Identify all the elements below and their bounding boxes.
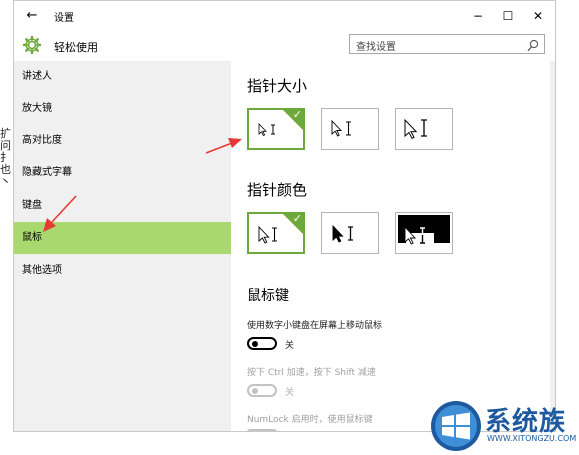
back-icon[interactable]: ← — [22, 7, 42, 25]
pointer-size-large-option[interactable] — [395, 108, 453, 150]
numlock-toggle[interactable] — [247, 429, 277, 431]
pointer-size-small-option[interactable]: ✓ — [247, 108, 305, 150]
watermark-text: 系统族 — [485, 407, 567, 437]
sidebar-item-mouse[interactable]: 鼠标 — [14, 222, 231, 254]
right-scroll-strip — [550, 61, 555, 431]
pointer-medium-icon — [331, 119, 351, 137]
gear-icon — [22, 35, 42, 55]
window-title: 设置 — [54, 13, 74, 24]
mouse-keys-toggle[interactable] — [247, 337, 277, 350]
settings-window: ← 设置 − ☐ ✕ 轻松使用 查找设置 讲述人 放大镜 高对比度 隐藏式字幕 … — [13, 0, 556, 432]
mouse-keys-toggle-state: 关 — [285, 341, 295, 351]
background-text: 丶 — [0, 175, 11, 188]
watermark-url: WWW.XITONGZU.COM — [487, 434, 577, 443]
title-bar: ← 设置 − ☐ ✕ — [14, 1, 555, 31]
pointer-black-icon — [332, 224, 353, 243]
toggle-knob — [252, 341, 258, 347]
site-watermark: 系统族 WWW.XITONGZU.COM — [429, 399, 579, 455]
page-header: 轻松使用 查找设置 — [14, 31, 555, 61]
mouse-keys-heading: 鼠标键 — [247, 288, 289, 304]
pointer-color-inverted-option[interactable] — [395, 212, 453, 254]
pointer-size-heading: 指针大小 — [247, 77, 308, 95]
numlock-description: NumLock 启用时，使用鼠标键 — [247, 415, 373, 425]
sidebar-item-other-options[interactable]: 其他选项 — [14, 255, 231, 287]
pointer-color-black-option[interactable] — [321, 212, 379, 254]
close-button[interactable]: ✕ — [524, 5, 552, 27]
page-title: 轻松使用 — [54, 41, 98, 54]
sidebar-item-high-contrast[interactable]: 高对比度 — [14, 125, 231, 157]
minimize-button[interactable]: − — [464, 5, 492, 27]
background-window-strip: 扩 问 扌 也 丶 — [0, 0, 14, 455]
pointer-white-icon — [258, 225, 277, 244]
pointer-inverted-icon — [398, 215, 450, 245]
maximize-button[interactable]: ☐ — [494, 5, 522, 27]
pointer-color-heading: 指针颜色 — [247, 181, 308, 199]
ctrl-shift-toggle[interactable] — [247, 384, 277, 397]
mouse-keys-description: 使用数字小键盘在屏幕上移动鼠标 — [247, 321, 383, 331]
pointer-small-icon — [258, 123, 275, 137]
main-content: 指针大小 ✓ 指针颜色 ✓ 鼠标键 使用数字小键盘在屏幕上移动鼠标 关 按下 C… — [231, 61, 550, 431]
search-icon[interactable] — [527, 37, 539, 52]
sidebar-item-keyboard[interactable]: 键盘 — [14, 190, 231, 222]
ctrl-shift-toggle-state: 关 — [285, 388, 295, 398]
toggle-knob — [252, 388, 258, 394]
sidebar-item-closed-captions[interactable]: 隐藏式字幕 — [14, 157, 231, 189]
search-input[interactable]: 查找设置 — [349, 34, 545, 54]
pointer-color-white-option[interactable]: ✓ — [247, 212, 305, 254]
pointer-large-icon — [404, 118, 427, 139]
sidebar-item-narrator[interactable]: 讲述人 — [14, 61, 231, 93]
search-placeholder: 查找设置 — [356, 42, 396, 53]
sidebar-item-magnifier[interactable]: 放大镜 — [14, 93, 231, 125]
pointer-size-medium-option[interactable] — [321, 108, 379, 150]
windows-logo-icon — [431, 401, 481, 451]
ctrl-shift-description: 按下 Ctrl 加速，按下 Shift 减速 — [247, 368, 376, 378]
sidebar: 讲述人 放大镜 高对比度 隐藏式字幕 键盘 鼠标 其他选项 — [14, 61, 231, 431]
